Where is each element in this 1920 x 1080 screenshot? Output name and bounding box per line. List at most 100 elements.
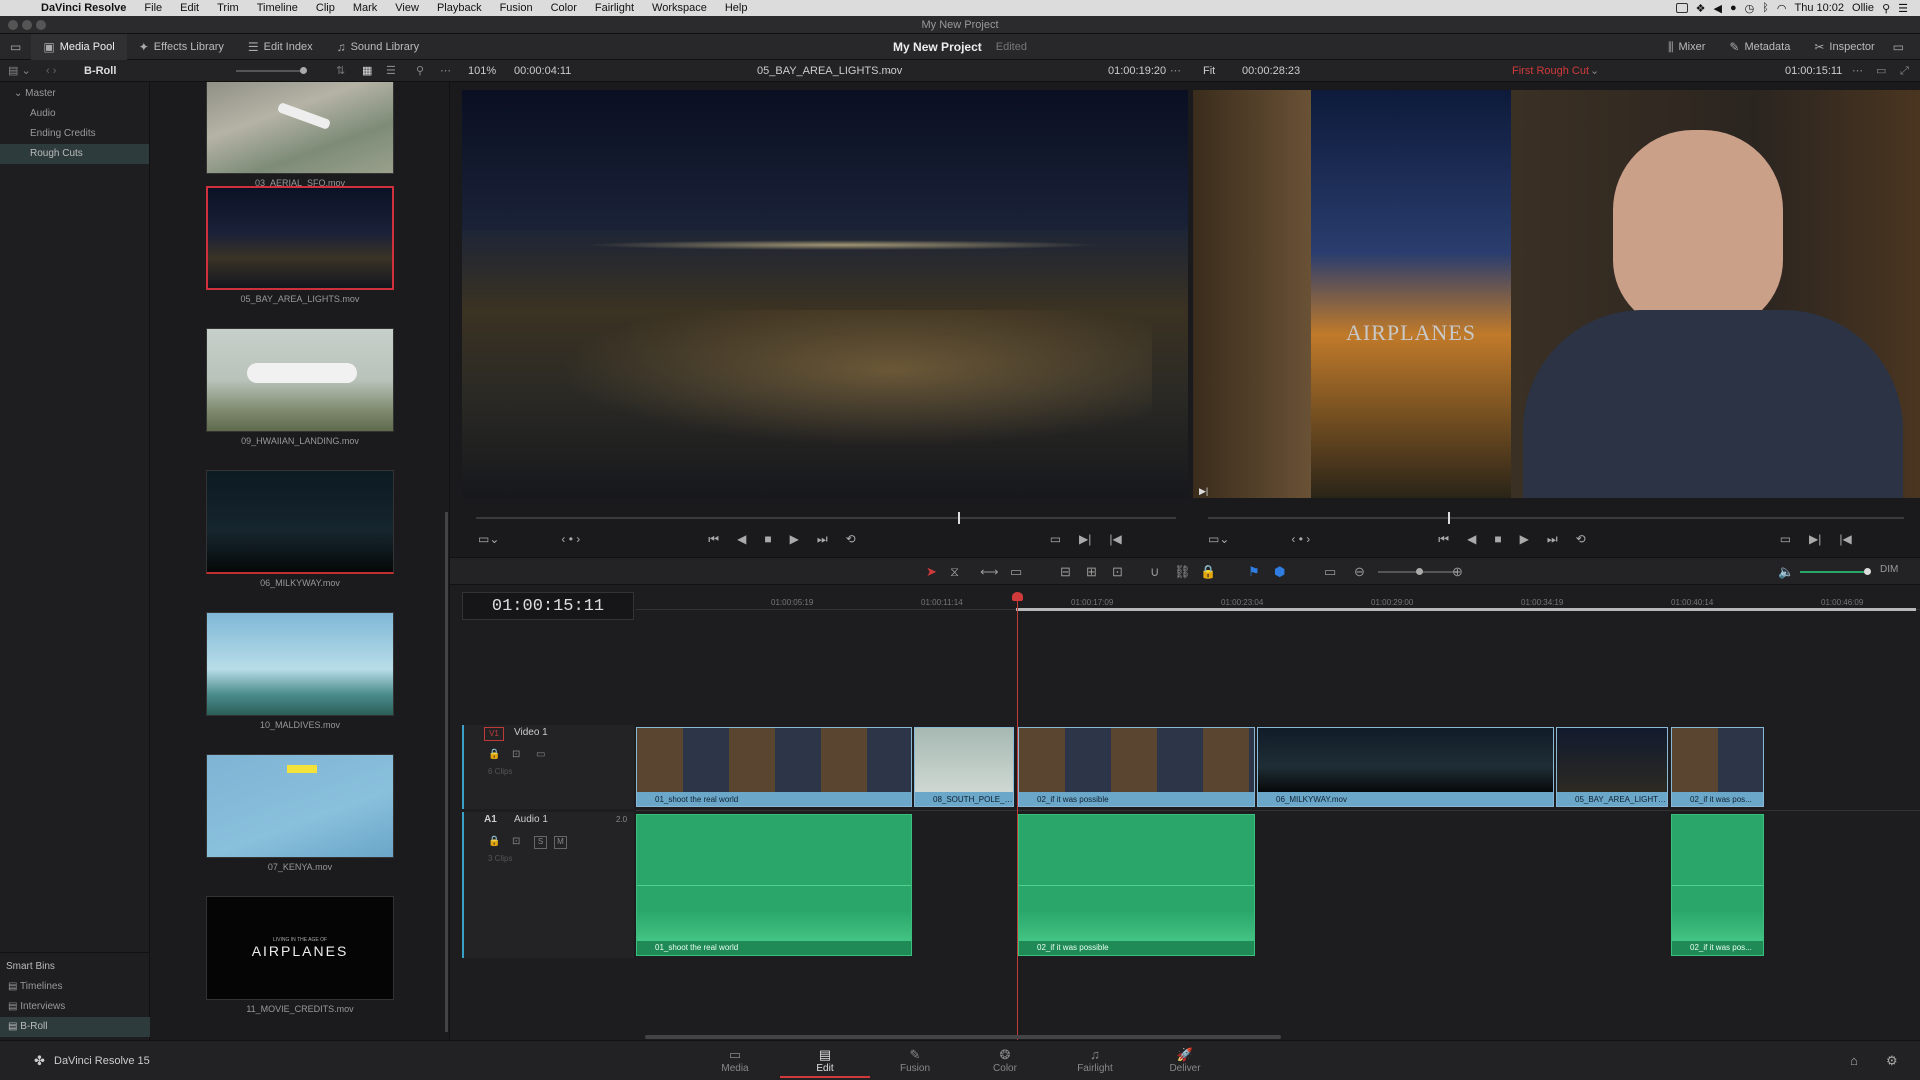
menu-file[interactable]: File: [135, 2, 171, 14]
trim-tool-icon[interactable]: ⧖: [950, 564, 959, 580]
mute-button[interactable]: M: [554, 836, 567, 849]
page-tab-color[interactable]: ❂ Color: [960, 1047, 1050, 1074]
bluetooth-icon[interactable]: ᛒ: [1762, 2, 1769, 14]
smart-bin-broll[interactable]: ▤ B-Roll: [0, 1017, 150, 1037]
clip-thumbnail[interactable]: 03_AERIAL_SFO.mov: [206, 82, 394, 188]
clip-thumbnail[interactable]: 06_MILKYWAY.mov: [206, 470, 394, 588]
jump-end-icon[interactable]: ⏭: [817, 532, 828, 547]
selection-tool-icon[interactable]: ➤: [926, 564, 937, 580]
viewer-options-icon[interactable]: ▭⌄: [1208, 532, 1229, 546]
menu-fusion[interactable]: Fusion: [491, 2, 542, 14]
source-clip-name[interactable]: 05_BAY_AREA_LIGHTS.mov: [757, 60, 902, 82]
home-icon[interactable]: ⌂: [1850, 1053, 1858, 1068]
dynamic-trim-icon[interactable]: ⟷: [980, 564, 999, 580]
source-playhead[interactable]: [958, 512, 960, 524]
record-icon[interactable]: ●: [1730, 2, 1737, 14]
timeline-zoom-slider[interactable]: [1378, 568, 1458, 575]
bin-master[interactable]: ⌄ Master: [0, 84, 149, 104]
bin-audio[interactable]: Audio: [0, 104, 149, 124]
track-name[interactable]: Video 1: [514, 727, 548, 738]
settings-gear-icon[interactable]: ⚙: [1886, 1053, 1898, 1069]
menu-app-name[interactable]: DaVinci Resolve: [32, 2, 135, 14]
auto-select-icon[interactable]: ⊡: [512, 749, 520, 760]
stop-icon[interactable]: ■: [1494, 532, 1501, 546]
clip-image[interactable]: [206, 82, 394, 174]
clip-image[interactable]: [206, 186, 394, 290]
sort-icon[interactable]: ⇅: [336, 60, 345, 82]
timeline-name[interactable]: First Rough Cut: [1512, 60, 1589, 82]
thumbnail-view-icon[interactable]: ▦: [362, 60, 372, 82]
media-pool-button[interactable]: ▣ Media Pool: [31, 33, 127, 60]
lock-track-icon[interactable]: 🔒: [488, 749, 500, 760]
mixer-button[interactable]: ⫼ Mixer: [1656, 34, 1717, 60]
reverse-icon[interactable]: ◀: [737, 532, 746, 546]
source-zoom[interactable]: 101%: [468, 60, 496, 82]
smart-bin-timelines[interactable]: ▤ Timelines: [0, 977, 150, 997]
timeline-viewer[interactable]: AIRPLANES ▶|: [1193, 90, 1920, 498]
link-icon[interactable]: ⛓: [1174, 564, 1191, 580]
clip-image[interactable]: [206, 612, 394, 716]
timeline-video-clip[interactable]: 08_SOUTH_POLE_DC3_...: [914, 727, 1014, 807]
expand-panel-button[interactable]: ▭: [1887, 34, 1910, 60]
program-scrub-bar[interactable]: [1208, 512, 1904, 524]
list-view-icon[interactable]: ☰: [386, 60, 396, 82]
disable-video-icon[interactable]: ▭: [536, 749, 545, 760]
menu-fairlight[interactable]: Fairlight: [586, 2, 643, 14]
zoom-slider-handle[interactable]: [1416, 568, 1423, 575]
flag-icon[interactable]: ⚑: [1248, 564, 1260, 580]
spotlight-icon[interactable]: ⚲: [1882, 2, 1890, 15]
marker-icon[interactable]: ⬢: [1274, 564, 1285, 580]
timeline-dropdown-icon[interactable]: ⌄: [1590, 60, 1599, 82]
jump-start-icon[interactable]: ⏮: [1438, 532, 1449, 547]
mark-in-icon[interactable]: ▶|: [1079, 532, 1091, 546]
minimize-window-button[interactable]: [22, 20, 32, 30]
zoom-window-button[interactable]: [36, 20, 46, 30]
bin-rough-cuts[interactable]: Rough Cuts: [0, 144, 149, 164]
menu-workspace[interactable]: Workspace: [643, 2, 716, 14]
zoom-in-icon[interactable]: ⊕: [1452, 564, 1463, 580]
lock-track-icon[interactable]: 🔒: [488, 836, 500, 847]
clip-image[interactable]: [206, 470, 394, 574]
metadata-button[interactable]: ✎ Metadata: [1717, 34, 1802, 60]
clip-thumbnail[interactable]: 07_KENYA.mov: [206, 754, 394, 872]
page-tab-edit[interactable]: ▤ Edit: [780, 1047, 870, 1078]
timeline-video-clip[interactable]: 05_BAY_AREA_LIGHTS.mov: [1556, 727, 1668, 807]
volume-slider[interactable]: [1800, 568, 1871, 575]
match-frame-icon[interactable]: ▭: [1050, 532, 1061, 546]
solo-button[interactable]: S: [534, 836, 547, 849]
timeline-playhead[interactable]: [1012, 592, 1023, 1040]
jump-start-icon[interactable]: ⏮: [708, 532, 719, 547]
loop-icon[interactable]: ⟲: [846, 532, 856, 546]
clip-thumbnail[interactable]: 10_MALDIVES.mov: [206, 612, 394, 730]
fullscreen-icon[interactable]: ⤢: [1900, 60, 1909, 82]
stop-icon[interactable]: ■: [764, 532, 771, 546]
insert-clip-icon[interactable]: ⊟: [1060, 564, 1071, 580]
viewer-mode-icon[interactable]: ▭: [1876, 60, 1886, 82]
pool-scrollbar[interactable]: [445, 512, 448, 1032]
clock[interactable]: Thu 10:02: [1795, 2, 1845, 14]
mark-in-icon[interactable]: ▶|: [1809, 532, 1821, 546]
source-scrub-bar[interactable]: [476, 512, 1176, 524]
menu-help[interactable]: Help: [716, 2, 757, 14]
playhead-handle[interactable]: [1012, 592, 1023, 601]
volume-slider-handle[interactable]: [1864, 568, 1871, 575]
timeline-video-clip[interactable]: 02_if it was pos...: [1671, 727, 1764, 807]
timeline-audio-clip[interactable]: 02_if it was pos...: [1671, 814, 1764, 956]
page-tab-fairlight[interactable]: ♫ Fairlight: [1050, 1047, 1140, 1074]
thumbnail-size-slider[interactable]: [236, 67, 307, 74]
overwrite-clip-icon[interactable]: ⊞: [1086, 564, 1097, 580]
menu-trim[interactable]: Trim: [208, 2, 248, 14]
menu-view[interactable]: View: [386, 2, 428, 14]
close-window-button[interactable]: [8, 20, 18, 30]
track-id[interactable]: A1: [484, 814, 497, 825]
source-viewer[interactable]: [462, 90, 1188, 498]
jog-icon[interactable]: ‹ • ›: [1291, 532, 1310, 546]
jog-icon[interactable]: ‹ • ›: [561, 532, 580, 546]
slider-handle[interactable]: [300, 67, 307, 74]
zoom-out-icon[interactable]: ⊖: [1354, 564, 1365, 580]
notification-icon[interactable]: ☰: [1898, 2, 1908, 15]
play-icon[interactable]: ▶: [1520, 532, 1529, 546]
zoom-options-icon[interactable]: ▭: [1324, 564, 1336, 580]
snapping-icon[interactable]: ∪: [1150, 564, 1160, 580]
blade-tool-icon[interactable]: ▭: [1010, 564, 1022, 580]
